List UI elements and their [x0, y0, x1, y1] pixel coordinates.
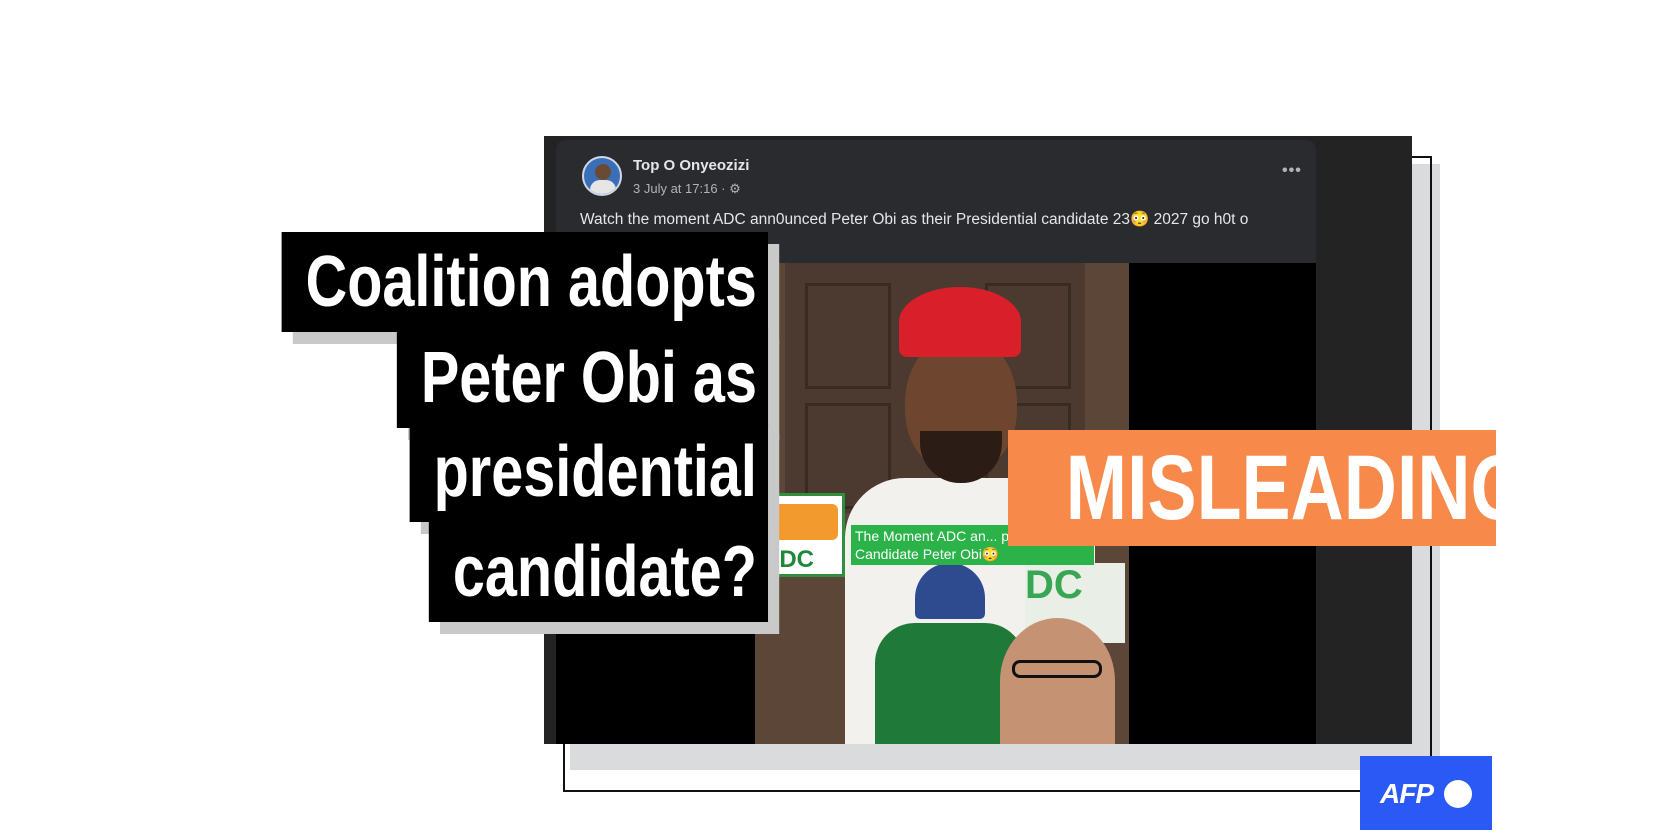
- author-avatar: [582, 156, 622, 196]
- headline-line: Coalition adopts: [281, 232, 768, 332]
- speaker-red-cap: [899, 287, 1021, 357]
- verdict-badge: MISLEADING: [1008, 430, 1496, 546]
- more-options-icon: •••: [1282, 162, 1302, 179]
- post-timestamp: 3 July at 17:16 · ⚙: [633, 181, 741, 196]
- post-caption: Watch the moment ADC ann0unced Peter Obi…: [580, 211, 1249, 228]
- headline: Coalition adopts Peter Obi as presidenti…: [148, 232, 768, 662]
- post-author: Top O Onyeozizi: [633, 157, 750, 174]
- headline-line: presidential: [409, 422, 768, 522]
- verdict-label: MISLEADING: [1065, 437, 1496, 539]
- afp-logo-text: AFP: [1380, 778, 1434, 809]
- adc-logo: ADC: [755, 493, 845, 577]
- headline-line: candidate?: [428, 522, 768, 622]
- afp-logo-dot: [1444, 780, 1472, 808]
- peter-obi-photo: [1000, 618, 1115, 744]
- handshake-icon: [766, 504, 838, 540]
- headline-line: Peter Obi as: [396, 328, 768, 428]
- afp-logo: AFP: [1360, 756, 1492, 830]
